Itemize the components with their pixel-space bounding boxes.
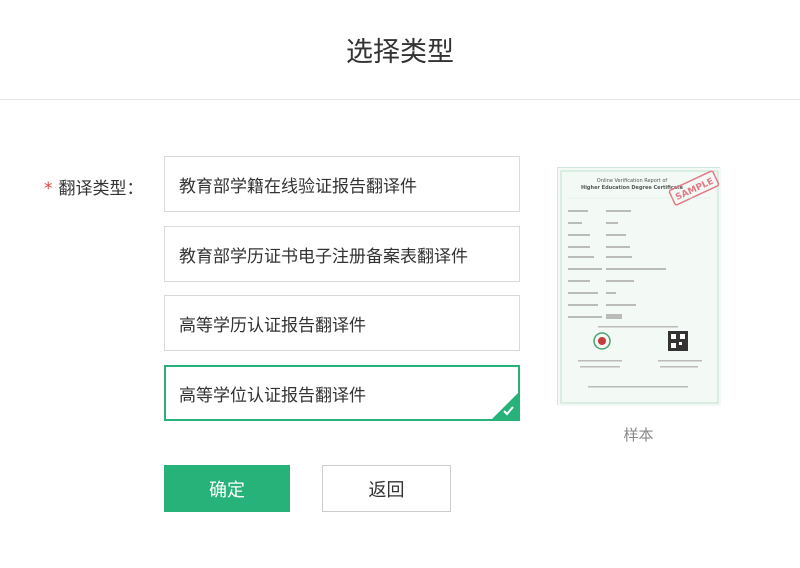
translation-type-label-text: 翻译类型：	[58, 179, 144, 199]
option-label: 教育部学历证书电子注册备案表翻译件	[179, 246, 468, 267]
option-xuewei-certification[interactable]: 高等学位认证报告翻译件	[164, 365, 520, 421]
certificate-thumbnail: Online Verification Report of Higher Edu…	[558, 168, 721, 406]
option-label: 高等学历认证报告翻译件	[179, 315, 366, 336]
back-button[interactable]: 返回	[322, 465, 451, 512]
option-xueli-record[interactable]: 教育部学历证书电子注册备案表翻译件	[164, 226, 520, 282]
check-icon	[492, 393, 518, 419]
sample-certificate-image[interactable]: Online Verification Report of Higher Edu…	[557, 167, 721, 406]
option-label: 教育部学籍在线验证报告翻译件	[179, 176, 417, 197]
dialog-title: 选择类型	[0, 0, 800, 100]
sample-caption: 样本	[623, 426, 654, 444]
translation-type-label: * 翻译类型：	[44, 174, 144, 199]
option-label: 高等学位认证报告翻译件	[179, 385, 366, 406]
confirm-button[interactable]: 确定	[164, 465, 290, 512]
option-xueli-certification[interactable]: 高等学历认证报告翻译件	[164, 295, 520, 351]
certificate-heading-line1: Online Verification Report of	[597, 178, 668, 184]
certificate-heading-line2: Higher Education Degree Certificate	[581, 185, 684, 191]
required-mark: *	[44, 179, 53, 199]
option-xueji-report[interactable]: 教育部学籍在线验证报告翻译件	[164, 156, 520, 212]
